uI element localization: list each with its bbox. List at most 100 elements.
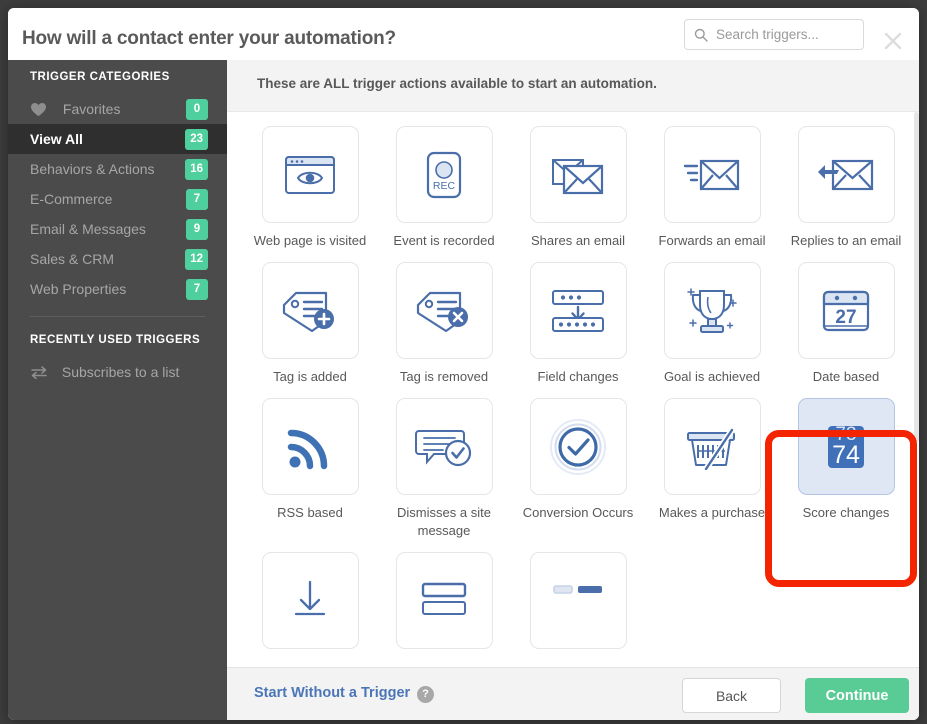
trigger-label: Conversion Occurs <box>522 505 634 520</box>
back-button[interactable]: Back <box>682 678 781 713</box>
help-icon[interactable]: ? <box>417 686 434 703</box>
status-badge: 0 <box>186 99 208 120</box>
sidebar-item-behaviors-actions[interactable]: Behaviors & Actions 16 <box>8 154 227 184</box>
search-icon <box>694 28 708 42</box>
trigger-tile <box>261 398 359 495</box>
trigger-tile <box>797 126 895 223</box>
status-badge: 16 <box>185 159 208 180</box>
trigger-tile <box>529 262 627 359</box>
calendar-day: 27 <box>835 307 856 328</box>
sidebar-item-favorites[interactable]: Favorites 0 <box>8 94 227 124</box>
sidebar-item-label: View All <box>30 131 83 147</box>
search-box[interactable] <box>684 19 864 50</box>
forward-envelope-icon <box>683 153 741 197</box>
sidebar-item-label: Web Properties <box>30 281 127 297</box>
trigger-card-date-based[interactable]: 27 Date based <box>779 262 913 386</box>
trigger-tile <box>395 552 493 649</box>
status-badge: 7 <box>186 189 208 210</box>
close-icon[interactable] <box>882 30 904 52</box>
reply-envelope-icon <box>817 153 875 197</box>
trigger-tile <box>395 398 493 495</box>
trophy-icon <box>684 285 740 337</box>
trigger-label: Dismisses a site message <box>397 505 491 538</box>
sidebar-item-label: Favorites <box>62 101 121 117</box>
field-change-icon <box>550 288 606 334</box>
trigger-card-makes-a-purchase[interactable]: Makes a purchase <box>645 398 779 540</box>
trigger-label: Forwards an email <box>658 233 766 248</box>
sidebar-recent-item-subscribes-to-a-list[interactable]: Subscribes to a list <box>8 357 227 387</box>
misc-icon <box>552 578 604 624</box>
start-without-trigger-link[interactable]: Start Without a Trigger <box>254 685 410 701</box>
status-badge: 12 <box>185 249 208 270</box>
heart-icon <box>30 102 47 117</box>
shopping-basket-icon <box>684 424 740 470</box>
panel-subtitle: These are ALL trigger actions available … <box>257 76 657 91</box>
screen: How will a contact enter your automation… <box>0 0 927 724</box>
trigger-grid-scroll[interactable]: Web page is visited REC Event is recorde… <box>227 112 919 667</box>
trigger-card-tag-is-removed[interactable]: Tag is removed <box>377 262 511 386</box>
trigger-label: Makes a purchase <box>658 505 766 520</box>
trigger-label: Event is recorded <box>393 233 495 248</box>
rss-icon <box>286 423 334 471</box>
trigger-card-conversion-occurs[interactable]: Conversion Occurs <box>511 398 645 540</box>
status-badge: 9 <box>186 219 208 240</box>
trigger-card-rss-based[interactable]: RSS based <box>243 398 377 540</box>
trigger-label: Date based <box>812 369 880 384</box>
trigger-card-goal-is-achieved[interactable]: Goal is achieved <box>645 262 779 386</box>
trigger-label: Shares an email <box>531 233 625 248</box>
scrollbar-thumb[interactable] <box>914 112 919 442</box>
sidebar-recent-heading: RECENTLY USED TRIGGERS <box>30 334 201 346</box>
trigger-card-forwards-an-email[interactable]: Forwards an email <box>645 126 779 250</box>
status-badge: 23 <box>185 129 208 150</box>
sidebar-categories-heading: TRIGGER CATEGORIES <box>30 71 170 83</box>
download-arrow-icon <box>290 578 330 624</box>
sidebar-item-view-all[interactable]: View All 23 <box>8 124 227 154</box>
trigger-tile <box>529 552 627 649</box>
sidebar-item-web-properties[interactable]: Web Properties 7 <box>8 274 227 304</box>
trigger-card-score-changes[interactable]: 73 74 Score changes <box>779 398 913 540</box>
vertical-scrollbar[interactable] <box>914 112 919 667</box>
site-message-check-icon <box>415 425 473 469</box>
rec-button-icon: REC <box>420 149 468 201</box>
trigger-tile <box>663 398 761 495</box>
search-input[interactable] <box>714 20 859 49</box>
score-counter-icon: 73 74 <box>816 418 876 476</box>
trigger-card-shares-an-email[interactable]: Shares an email <box>511 126 645 250</box>
sidebar-item-e-commerce[interactable]: E-Commerce 7 <box>8 184 227 214</box>
score-next: 74 <box>832 441 860 469</box>
trigger-card-tag-is-added[interactable]: Tag is added <box>243 262 377 386</box>
tag-remove-icon <box>416 289 472 333</box>
trigger-label: Replies to an email <box>790 233 902 248</box>
modal-header: How will a contact enter your automation… <box>8 8 919 68</box>
trigger-tile <box>395 262 493 359</box>
modal-footer: Start Without a Trigger ? Back Continue <box>227 667 919 720</box>
sidebar-item-sales-crm[interactable]: Sales & CRM 12 <box>8 244 227 274</box>
trigger-card-partial-download[interactable] <box>243 552 377 658</box>
trigger-label: RSS based <box>277 505 343 520</box>
trigger-card-dismisses-a-site-message[interactable]: Dismisses a site message <box>377 398 511 540</box>
sidebar-item-email-messages[interactable]: Email & Messages 9 <box>8 214 227 244</box>
conversion-check-icon <box>549 418 607 476</box>
trigger-grid-panel: These are ALL trigger actions available … <box>227 60 919 720</box>
trigger-tile <box>663 126 761 223</box>
trigger-card-web-page-is-visited[interactable]: Web page is visited <box>243 126 377 250</box>
trigger-label: Tag is added <box>273 369 347 384</box>
trigger-card-event-is-recorded[interactable]: REC Event is recorded <box>377 126 511 250</box>
panel-subtitle-bar: These are ALL trigger actions available … <box>227 60 919 112</box>
trigger-label: Tag is removed <box>399 369 489 384</box>
status-badge: 7 <box>186 279 208 300</box>
trigger-tile: 27 <box>797 262 895 359</box>
trigger-card-partial-form[interactable] <box>377 552 511 658</box>
trigger-card-field-changes[interactable]: Field changes <box>511 262 645 386</box>
trigger-label: Score changes <box>802 505 890 520</box>
sidebar-item-label: Email & Messages <box>30 221 146 237</box>
trigger-tile <box>261 126 359 223</box>
trigger-card-replies-to-an-email[interactable]: Replies to an email <box>779 126 913 250</box>
trigger-label: Web page is visited <box>253 233 367 248</box>
continue-button[interactable]: Continue <box>805 678 909 713</box>
trigger-tile <box>529 398 627 495</box>
trigger-card-partial-misc[interactable] <box>511 552 645 658</box>
trigger-tile: REC <box>395 126 493 223</box>
trigger-tile <box>529 126 627 223</box>
trigger-label: Goal is achieved <box>663 369 761 384</box>
